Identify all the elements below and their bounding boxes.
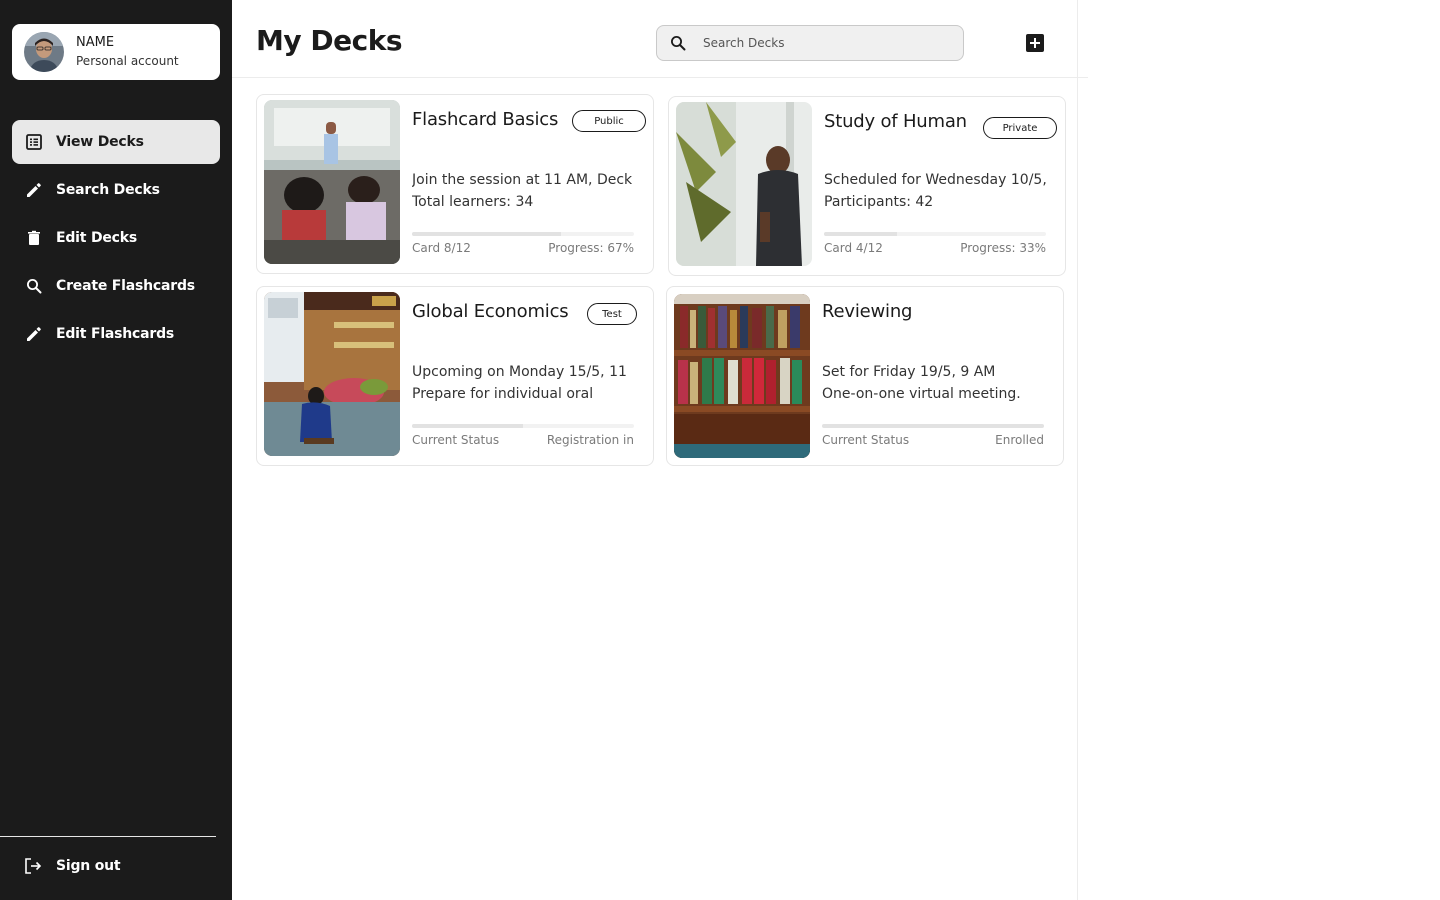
avatar [24, 32, 64, 72]
deck-card[interactable]: Global Economics Test Upcoming on Monday… [256, 286, 654, 466]
search-box[interactable] [656, 25, 964, 61]
plus-square-icon [1026, 34, 1044, 52]
trash-icon [25, 229, 43, 247]
deck-title: Global Economics [412, 301, 569, 322]
deck-card-count: Card 4/12 [824, 241, 883, 255]
deck-description: Upcoming on Monday 15/5, 11 Prepare for … [412, 361, 648, 405]
deck-card[interactable]: Flashcard Basics Public Join the session… [256, 94, 654, 274]
deck-progress-text: Progress: 33% [960, 241, 1046, 255]
pencil-icon [25, 181, 43, 199]
deck-status-value: Registration in [546, 433, 634, 447]
deck-status-label: Current Status [412, 433, 500, 447]
sidebar-item-search-decks[interactable]: Search Decks [12, 168, 220, 212]
header: My Decks [232, 0, 1088, 78]
deck-title: Flashcard Basics [412, 109, 559, 130]
deck-badge: Private [983, 117, 1057, 139]
sidebar: NAME Personal account View Decks Search … [0, 0, 232, 900]
deck-desc-line: Upcoming on Monday 15/5, 11 [412, 364, 627, 380]
deck-card[interactable]: Study of Human Private Scheduled for Wed… [668, 96, 1066, 276]
progress-fill [822, 424, 1044, 428]
progress-bar [824, 232, 1046, 236]
sign-out-button[interactable]: Sign out [24, 854, 121, 878]
account-name: NAME [76, 35, 115, 50]
deck-image [264, 292, 400, 456]
main-content: My Decks Search Decks Flashcard Basics P… [232, 0, 1088, 900]
progress-bar [412, 424, 634, 428]
deck-desc-line: Set for Friday 19/5, 9 AM [822, 364, 996, 380]
deck-card-count: Card 8/12 [412, 241, 471, 255]
deck-progress-text: Progress: 67% [548, 241, 634, 255]
progress-bar [412, 232, 634, 236]
add-deck-button[interactable] [1025, 33, 1045, 53]
sidebar-item-edit-decks[interactable]: Edit Decks [12, 216, 220, 260]
progress-bar [822, 424, 1044, 428]
search-icon [669, 34, 687, 52]
sidebar-item-label: Edit Flashcards [56, 326, 175, 342]
deck-desc-line: Prepare for individual oral [412, 386, 594, 402]
deck-title: Reviewing [822, 301, 913, 322]
list-icon [25, 133, 43, 151]
app-root: NAME Personal account View Decks Search … [0, 0, 1440, 900]
pencil-icon [25, 325, 43, 343]
deck-image [264, 100, 400, 264]
deck-description: Set for Friday 19/5, 9 AM One-on-one vir… [822, 361, 1058, 405]
progress-fill [824, 232, 898, 236]
deck-desc-line: One-on-one virtual meeting. [822, 386, 1021, 402]
deck-status-value: Enrolled [995, 433, 1044, 447]
deck-status-label: Current Status [822, 433, 910, 447]
sidebar-item-view-decks[interactable]: View Decks [12, 120, 220, 164]
sidebar-divider [0, 836, 216, 837]
page-title: My Decks [256, 24, 402, 57]
sidebar-item-label: View Decks [56, 134, 144, 150]
logout-icon [24, 857, 42, 875]
deck-desc-line: Participants: 42 [824, 194, 934, 210]
deck-description: Scheduled for Wednesday 10/5, Participan… [824, 169, 1060, 213]
search-icon [25, 277, 43, 295]
sidebar-item-edit-flashcards[interactable]: Edit Flashcards [12, 312, 220, 356]
sidebar-nav: View Decks Search Decks Edit Decks Creat… [12, 120, 220, 360]
deck-image [676, 102, 812, 266]
deck-badge: Public [572, 110, 646, 132]
deck-badge: Test [587, 303, 637, 325]
sign-out-label: Sign out [56, 858, 121, 874]
deck-desc-line: Total learners: 34 [412, 194, 534, 210]
deck-desc-line: Join the session at 11 AM, Deck [412, 172, 633, 188]
progress-fill [412, 424, 523, 428]
deck-description: Join the session at 11 AM, Deck Total le… [412, 169, 648, 213]
deck-card[interactable]: Reviewing Set for Friday 19/5, 9 AM One-… [666, 286, 1064, 466]
account-type: Personal account [76, 54, 179, 68]
deck-desc-line: Scheduled for Wednesday 10/5, [824, 172, 1047, 188]
sidebar-item-label: Search Decks [56, 182, 160, 198]
search-input[interactable] [703, 36, 943, 50]
progress-fill [412, 232, 561, 236]
sidebar-item-label: Create Flashcards [56, 278, 195, 294]
deck-image [674, 294, 810, 458]
sidebar-item-create-flashcards[interactable]: Create Flashcards [12, 264, 220, 308]
deck-title: Study of Human [824, 111, 967, 132]
sidebar-item-label: Edit Decks [56, 230, 138, 246]
account-card[interactable]: NAME Personal account [12, 24, 220, 80]
